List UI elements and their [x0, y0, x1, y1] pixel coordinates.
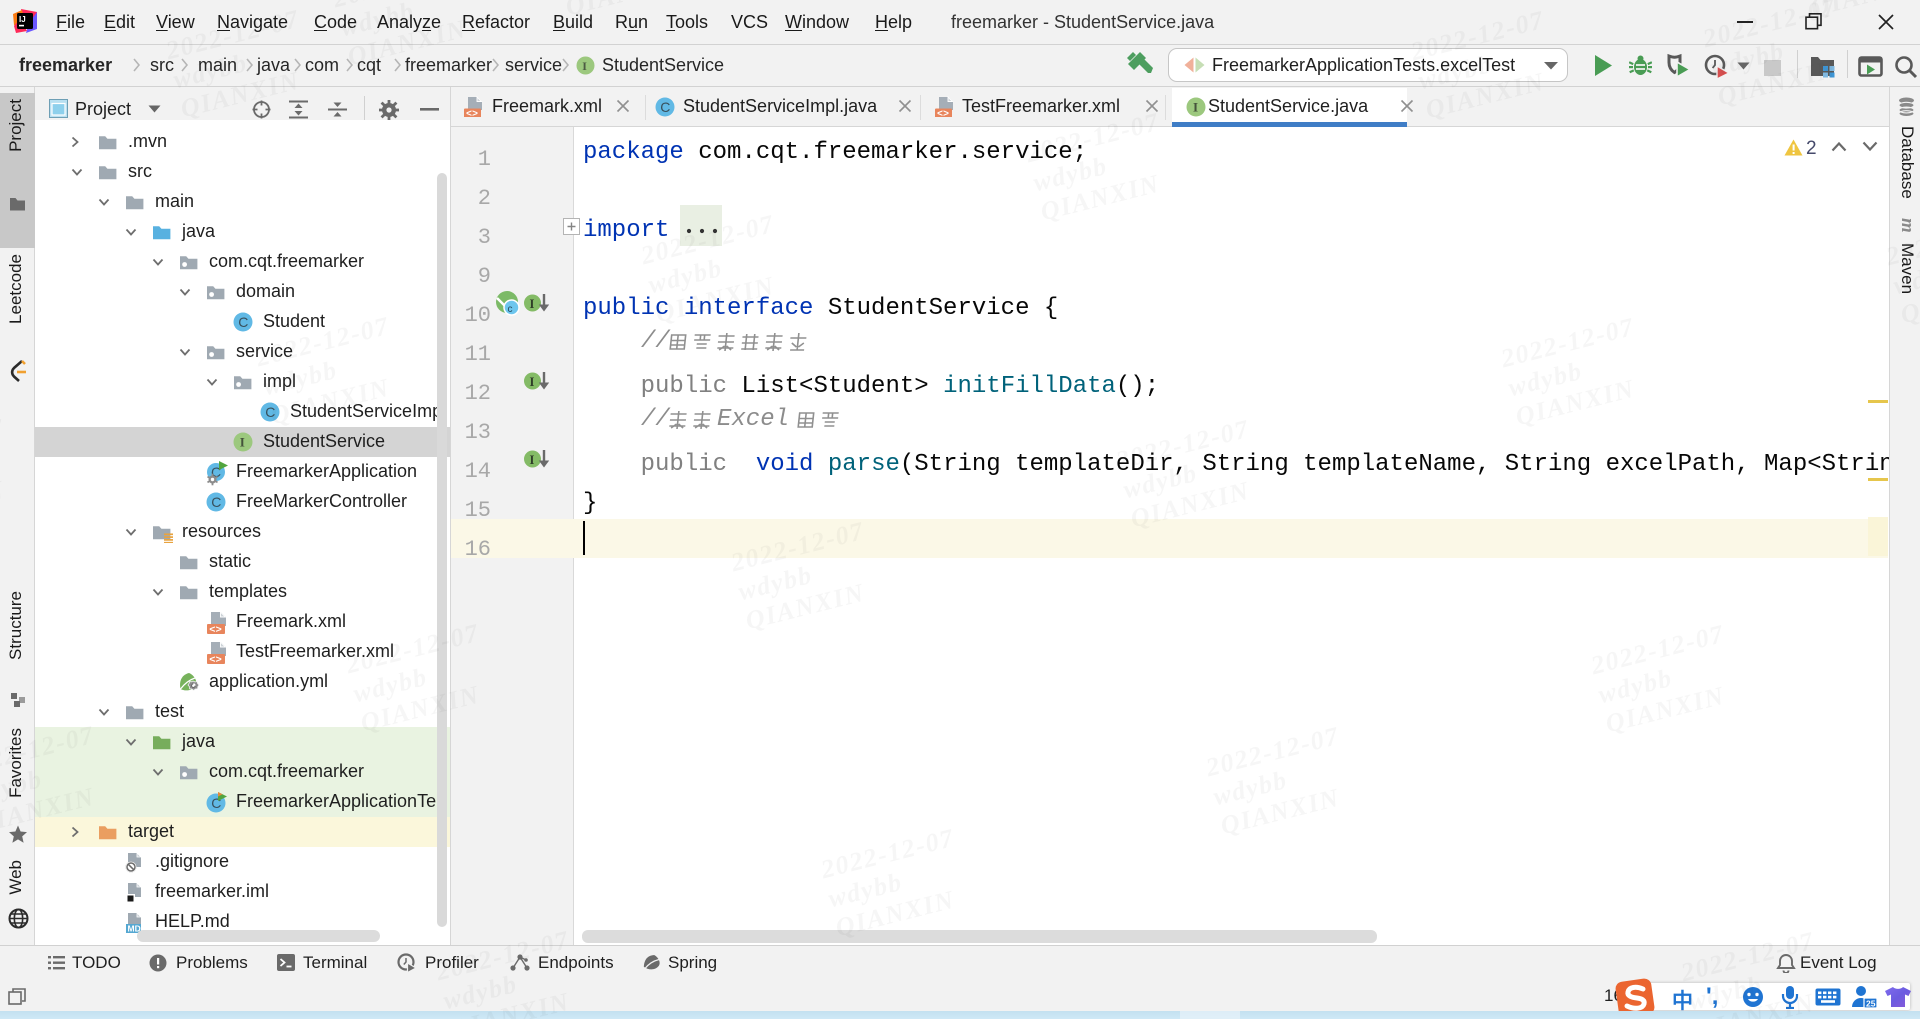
- svg-text:C: C: [211, 494, 221, 510]
- svg-text:I: I: [530, 297, 535, 311]
- svg-text:I: I: [530, 453, 535, 467]
- svg-text:I: I: [582, 59, 587, 73]
- svg-text:C: C: [660, 99, 670, 115]
- svg-text:I: I: [240, 435, 245, 450]
- svg-text:<>: <>: [937, 110, 949, 118]
- svg-text:c: c: [508, 304, 513, 315]
- svg-text:C: C: [238, 314, 248, 330]
- svg-text:I: I: [1193, 100, 1198, 115]
- svg-text:C: C: [265, 404, 275, 420]
- svg-text:<>: <>: [209, 655, 222, 665]
- svg-text:<>: <>: [209, 625, 222, 635]
- svg-text:IJ: IJ: [19, 15, 26, 24]
- svg-text:25: 25: [1866, 999, 1876, 1009]
- svg-text:I: I: [530, 375, 535, 389]
- svg-text:<>: <>: [466, 110, 478, 118]
